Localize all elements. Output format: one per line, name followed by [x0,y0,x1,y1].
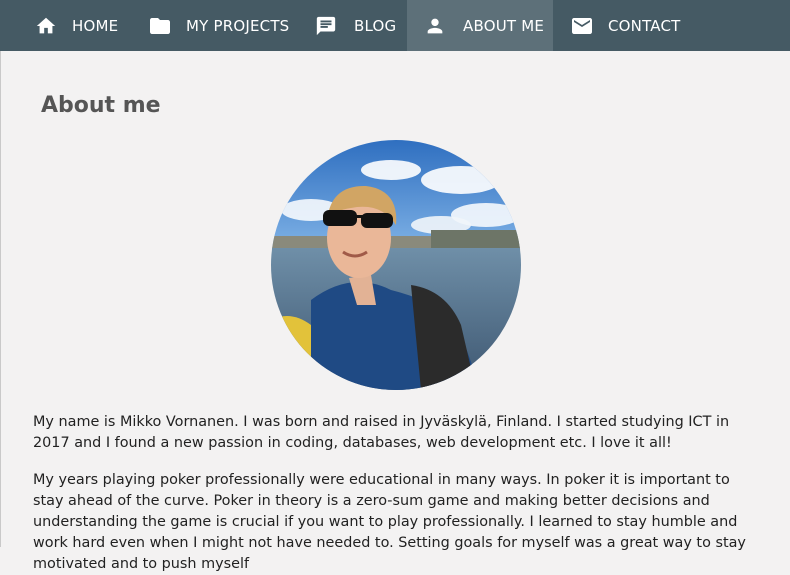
page-title: About me [41,93,161,118]
nav-item-blog[interactable]: BLOG [294,0,407,51]
top-navbar: HOME MY PROJECTS BLOG ABOUT ME CONTACT [0,0,790,51]
nav-item-home[interactable]: HOME [0,0,130,51]
nav-item-label: BLOG [354,16,397,35]
poker-paragraph: My years playing poker professionally we… [33,472,746,572]
intro-paragraph: My name is Mikko Vornanen. I was born an… [33,414,730,451]
nav-item-label: ABOUT ME [463,16,545,35]
comment-icon [314,14,338,38]
mail-icon [570,14,594,38]
profile-photo [271,140,521,390]
nav-item-label: MY PROJECTS [186,16,290,35]
person-icon [423,14,447,38]
nav-item-label: HOME [72,16,119,35]
folder-icon [148,14,172,38]
nav-item-contact[interactable]: CONTACT [553,0,693,51]
nav-item-my-projects[interactable]: MY PROJECTS [130,0,294,51]
nav-item-about-me[interactable]: ABOUT ME [407,0,553,51]
nav-item-label: CONTACT [608,16,681,35]
home-icon [34,14,58,38]
main-content: About me My name is Mikko Vornanen. I wa… [0,51,790,572]
